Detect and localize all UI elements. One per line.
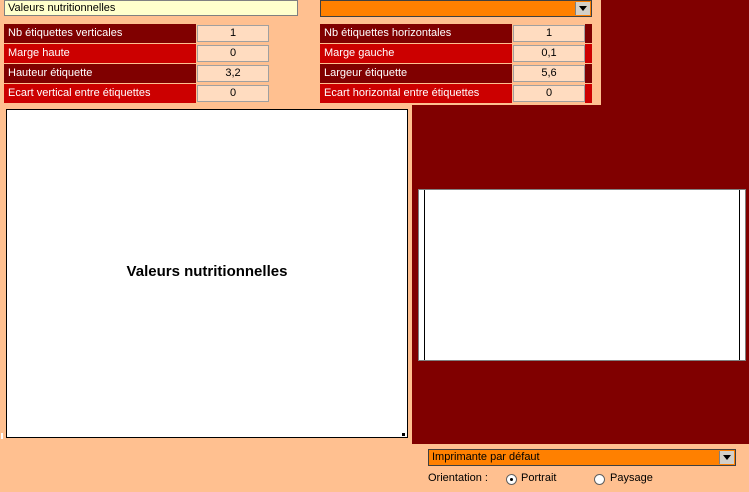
- field-input-ecart-vertical[interactable]: 0: [197, 85, 269, 102]
- page-left-edge: [424, 190, 425, 360]
- printer-select-value: Imprimante par défaut: [432, 451, 540, 463]
- row-edge: [585, 44, 592, 63]
- row-edge: [585, 64, 592, 83]
- field-label-hauteur-etiquette: Hauteur étiquette: [4, 64, 196, 83]
- row-edge: [585, 24, 592, 43]
- chevron-down-icon[interactable]: [719, 451, 734, 464]
- field-label-ecart-horizontal: Ecart horizontal entre étiquettes: [320, 84, 512, 103]
- chevron-down-icon[interactable]: [575, 2, 590, 15]
- resize-handle[interactable]: [402, 433, 405, 436]
- radio-empty-icon[interactable]: [594, 474, 605, 485]
- field-input-marge-gauche[interactable]: 0,1: [513, 45, 585, 62]
- field-label-nb-etiquettes-horizontales: Nb étiquettes horizontales: [320, 24, 512, 43]
- field-input-largeur-etiquette[interactable]: 5,6: [513, 65, 585, 82]
- field-input-nb-etiquettes-horizontales[interactable]: 1: [513, 25, 585, 42]
- template-select[interactable]: [320, 0, 592, 17]
- resize-handle[interactable]: [1, 433, 3, 439]
- field-input-nb-etiquettes-verticales[interactable]: 1: [197, 25, 269, 42]
- page-layout-preview: [418, 189, 746, 361]
- orientation-portrait-label[interactable]: Portrait: [521, 472, 556, 485]
- orientation-label: Orientation :: [428, 472, 488, 484]
- field-label-ecart-vertical: Ecart vertical entre étiquettes: [4, 84, 196, 103]
- template-select-value: [321, 1, 324, 13]
- row-edge: [585, 84, 592, 103]
- field-label-largeur-etiquette: Largeur étiquette: [320, 64, 512, 83]
- field-input-hauteur-etiquette[interactable]: 3,2: [197, 65, 269, 82]
- label-preview: Valeurs nutritionnelles: [6, 109, 408, 438]
- printer-select[interactable]: Imprimante par défaut: [428, 449, 736, 466]
- radio-selected-icon[interactable]: [506, 474, 517, 485]
- orientation-paysage-label[interactable]: Paysage: [610, 472, 653, 485]
- label-preview-text: Valeurs nutritionnelles: [126, 263, 288, 280]
- label-title-input[interactable]: Valeurs nutritionnelles: [4, 0, 298, 16]
- field-label-marge-gauche: Marge gauche: [320, 44, 512, 63]
- field-input-marge-haute[interactable]: 0: [197, 45, 269, 62]
- field-input-ecart-horizontal[interactable]: 0: [513, 85, 585, 102]
- field-label-nb-etiquettes-verticales: Nb étiquettes verticales: [4, 24, 196, 43]
- field-label-marge-haute: Marge haute: [4, 44, 196, 63]
- page-right-edge: [739, 190, 740, 360]
